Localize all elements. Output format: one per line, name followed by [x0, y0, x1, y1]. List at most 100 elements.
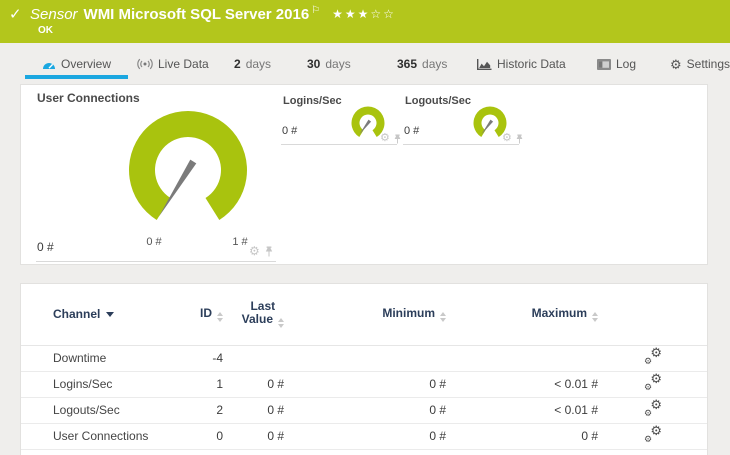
channel-last-value: 0 # [223, 371, 291, 398]
gauge-needle [158, 159, 197, 217]
main-gauge-scale-min: 0 # [146, 236, 162, 248]
channel-last-value [223, 345, 291, 372]
gauge-gear-icon[interactable]: ⚙ [249, 245, 260, 257]
user-connections-gauge [129, 110, 247, 220]
tab-365-days[interactable]: 365 days [397, 55, 447, 73]
tab-settings[interactable]: ⚙ Settings [670, 55, 730, 73]
tab-label: Live Data [158, 57, 209, 71]
table-row-user-connections: User Connections 0 0 # 0 # 0 # ⚙ ⚙ [21, 423, 707, 450]
logouts-gauge-value: 0 # [404, 125, 420, 137]
col-header-label: Minimum [382, 306, 435, 321]
channel-last-value: 0 # [223, 423, 291, 450]
col-header-maximum[interactable]: Maximum [448, 284, 600, 346]
sensor-title-row: Sensor WMI Microsoft SQL Server 2016 ⚐ ★… [30, 5, 396, 24]
gauge-icon [43, 62, 55, 69]
channel-settings-cogs-icon[interactable]: ⚙ ⚙ [644, 372, 662, 392]
channel-name: Logouts/Sec [21, 397, 196, 424]
table-header-row: Channel ID Last Value Minimum Maximum [21, 284, 707, 346]
tab-30-days[interactable]: 30 days [307, 55, 351, 73]
tab-overview[interactable]: Overview [42, 55, 111, 73]
col-header-last-value[interactable]: Last Value [223, 284, 291, 346]
channel-name: Downtime [21, 345, 196, 372]
sensor-kind-label: Sensor [30, 6, 78, 23]
main-gauge-value: 0 # [37, 240, 54, 254]
col-header-id[interactable]: ID [196, 284, 223, 346]
tab-label: Overview [61, 57, 112, 71]
channel-settings-cogs-icon[interactable]: ⚙ ⚙ [644, 397, 662, 418]
channels-panel: Channel ID Last Value Minimum Maximum Do… [20, 283, 708, 455]
gauge-block-divider [281, 144, 397, 145]
sort-icon [440, 312, 446, 323]
logins-gauge-title: Logins/Sec [283, 95, 342, 107]
tab-number: 30 [307, 57, 321, 71]
gear-icon: ⚙ [650, 397, 662, 412]
tab-historic-data[interactable]: Historic Data [477, 55, 566, 73]
tab-label: days [422, 57, 448, 71]
col-header-label: Channel [53, 307, 101, 322]
col-header-label: ID [200, 306, 212, 321]
active-tab-indicator [25, 75, 128, 79]
tab-bar: Overview Live Data 2 days 30 days 365 da… [0, 43, 730, 84]
channel-maximum: 0 # [448, 423, 600, 450]
tab-live-data[interactable]: Live Data [137, 55, 209, 73]
tab-label: Settings [686, 57, 730, 71]
channel-maximum: < 0.01 # [448, 371, 600, 398]
tab-2-days[interactable]: 2 days [234, 55, 271, 73]
channels-table: Channel ID Last Value Minimum Maximum Do… [21, 284, 707, 450]
sort-desc-icon [106, 312, 115, 318]
channel-settings-cogs-icon[interactable]: ⚙ ⚙ [644, 345, 662, 366]
channel-maximum [448, 345, 600, 372]
channel-minimum: 0 # [291, 371, 448, 398]
table-row-downtime: Downtime -4 ⚙ ⚙ [21, 345, 707, 372]
sort-icon [278, 318, 284, 329]
gauges-panel: User Connections 0 # 0 # 1 # ⚙ Logins/Se… [20, 84, 708, 265]
tab-label: Historic Data [497, 57, 566, 71]
tab-log[interactable]: Log [597, 55, 636, 73]
channel-name: Logins/Sec [21, 371, 196, 398]
gauge-pin-icon[interactable] [393, 134, 402, 144]
channel-id: 1 [196, 371, 223, 398]
channel-minimum: 0 # [291, 423, 448, 450]
sort-icon [592, 312, 598, 323]
channel-settings-cogs-icon[interactable]: ⚙ ⚙ [644, 423, 662, 444]
broadcast-icon [137, 58, 153, 70]
gauge-needle [359, 119, 372, 135]
priority-flag-icon[interactable]: ⚐ [311, 6, 320, 16]
status-ok-check-icon: ✓ [9, 6, 22, 23]
gear-icon: ⚙ [650, 423, 662, 438]
channel-maximum: < 0.01 # [448, 397, 600, 424]
col-header-label: Last [250, 299, 276, 314]
gear-icon: ⚙ [644, 382, 653, 392]
priority-stars[interactable]: ★★★☆☆ [332, 6, 396, 22]
tab-number: 2 [234, 57, 241, 71]
gauge-pin-icon[interactable] [515, 134, 524, 144]
sensor-status-badge: OK [38, 25, 53, 36]
col-header-label: Value [241, 312, 273, 327]
table-row-logouts-sec: Logouts/Sec 2 0 # 0 # < 0.01 # ⚙ ⚙ [21, 397, 707, 424]
gear-icon: ⚙ [670, 56, 682, 72]
col-header-label: Maximum [531, 306, 587, 321]
gear-icon: ⚙ [644, 408, 653, 418]
prtg-sensor-page: ✓ Sensor WMI Microsoft SQL Server 2016 ⚐… [0, 0, 730, 455]
gear-icon: ⚙ [650, 345, 662, 360]
sort-icon [217, 312, 223, 323]
col-header-minimum[interactable]: Minimum [291, 284, 448, 346]
channel-minimum: 0 # [291, 397, 448, 424]
gauge-gear-icon[interactable]: ⚙ [502, 133, 512, 144]
channel-name: User Connections [21, 423, 196, 450]
channel-last-value: 0 # [223, 397, 291, 424]
col-header-actions [600, 284, 707, 346]
tab-label: days [245, 57, 272, 71]
log-window-icon [597, 58, 611, 70]
gear-icon: ⚙ [644, 434, 653, 444]
gauge-gear-icon[interactable]: ⚙ [380, 133, 390, 144]
channel-id: -4 [196, 345, 223, 372]
sensor-header-bar: ✓ Sensor WMI Microsoft SQL Server 2016 ⚐… [0, 0, 730, 43]
logouts-gauge-title: Logouts/Sec [405, 95, 472, 107]
sensor-name: WMI Microsoft SQL Server 2016 [83, 6, 310, 23]
col-header-channel[interactable]: Channel [21, 284, 196, 346]
channel-id: 2 [196, 397, 223, 424]
logins-gauge-value: 0 # [282, 125, 298, 137]
gauge-pin-icon[interactable] [264, 246, 274, 257]
tab-label: days [325, 57, 351, 71]
